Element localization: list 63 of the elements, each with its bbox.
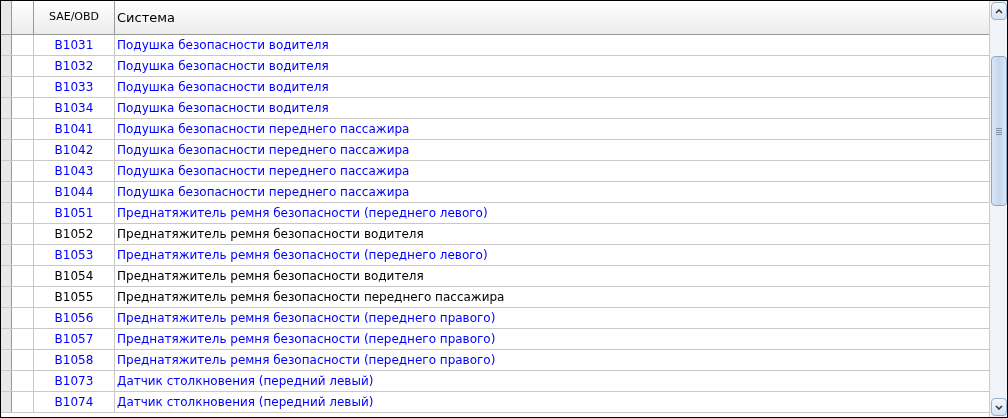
scroll-up-button[interactable] xyxy=(990,2,1007,20)
table-cell-text: Преднатяжитель ремня безопасности (переднего правого) xyxy=(116,352,497,369)
table-cell-text: Преднатяжитель ремня безопасности переднего пассажира xyxy=(116,289,506,306)
table-cell: B1032 xyxy=(34,56,115,76)
row-header[interactable] xyxy=(1,224,12,244)
row-header[interactable] xyxy=(1,308,12,328)
row-header[interactable] xyxy=(1,245,12,265)
table-cell-text: Подушка безопасности переднего пассажира xyxy=(116,163,411,180)
row-header[interactable] xyxy=(1,161,12,181)
table-cell-text: Подушка безопасности водителя xyxy=(116,100,330,117)
row-header[interactable] xyxy=(1,35,12,55)
table-cell-text: Преднатяжитель ремня безопасности (переднего левого) xyxy=(116,205,489,222)
row-header[interactable] xyxy=(1,182,12,202)
scroll-down-button[interactable] xyxy=(990,398,1007,416)
table-cell-text: Подушка безопасности переднего пассажира xyxy=(116,121,411,138)
row-header[interactable] xyxy=(1,77,12,97)
grip-icon xyxy=(995,127,1002,135)
table-cell: B1056 xyxy=(34,308,115,328)
scroll-thumb[interactable] xyxy=(990,56,1007,206)
table-cell-text: Датчик столкновения (передний левый) xyxy=(116,373,375,390)
row-header[interactable] xyxy=(1,56,12,76)
table-cell-text: Подушка безопасности водителя xyxy=(116,58,330,75)
table-cell: B1074 xyxy=(34,392,115,412)
table-cell-text: Преднатяжитель ремня безопасности (переднего левого) xyxy=(116,247,489,264)
table-cell-text: Преднатяжитель ремня безопасности (переднего правого) xyxy=(116,310,497,327)
row-header[interactable] xyxy=(1,203,12,223)
table-cell: B1058 xyxy=(34,350,115,370)
row-header[interactable] xyxy=(1,329,12,349)
table-cell: B1034 xyxy=(34,98,115,118)
table-cell: B1042 xyxy=(34,140,115,160)
table-cell: B1033 xyxy=(34,77,115,97)
row-header[interactable] xyxy=(1,266,12,286)
table-cell: B1053 xyxy=(34,245,115,265)
row-header[interactable] xyxy=(1,140,12,160)
column-header[interactable]: Система xyxy=(115,1,989,34)
table-cell: B1043 xyxy=(34,161,115,181)
table-cell-text: Подушка безопасности переднего пассажира xyxy=(116,142,411,159)
table-cell-text: Преднатяжитель ремня безопасности водителя xyxy=(116,268,425,285)
chevron-up-icon xyxy=(994,8,1003,14)
chevron-down-icon xyxy=(994,404,1003,410)
table-cell-text: Подушка безопасности переднего пассажира xyxy=(116,184,411,201)
row-header[interactable] xyxy=(1,350,12,370)
row-header[interactable] xyxy=(1,392,12,412)
table-cell-text: Преднатяжитель ремня безопасности (переднего правого) xyxy=(116,331,497,348)
table-cell-text: Подушка безопасности водителя xyxy=(116,37,330,54)
row-header[interactable] xyxy=(1,98,12,118)
table-cell: B1055 xyxy=(34,287,115,307)
table-cell: B1057 xyxy=(34,329,115,349)
table-cell: B1052 xyxy=(34,224,115,244)
table-cell-text: Подушка безопасности водителя xyxy=(116,79,330,96)
table-cell-text: Датчик столкновения (передний левый) xyxy=(116,394,375,411)
row-header[interactable] xyxy=(1,119,12,139)
row-header[interactable] xyxy=(1,287,12,307)
table-cell: B1031 xyxy=(34,35,115,55)
table-cell: B1044 xyxy=(34,182,115,202)
column-header[interactable]: SAE/OBD xyxy=(34,1,115,34)
table-cell: B1054 xyxy=(34,266,115,286)
scrollbar[interactable] xyxy=(989,1,1007,417)
table-cell-text: Преднатяжитель ремня безопасности водителя xyxy=(116,226,425,243)
table-cell: B1073 xyxy=(34,371,115,391)
table-cell: B1051 xyxy=(34,203,115,223)
table-cell: B1041 xyxy=(34,119,115,139)
row-header[interactable] xyxy=(1,371,12,391)
